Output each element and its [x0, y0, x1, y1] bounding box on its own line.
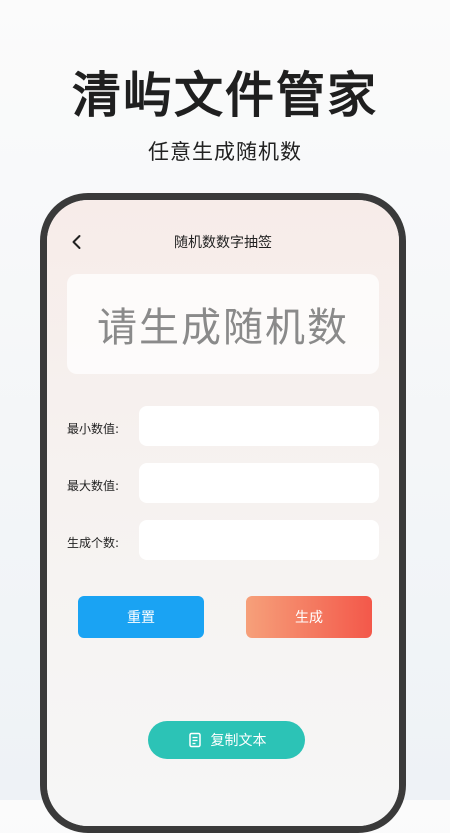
result-display: 请生成随机数	[67, 274, 379, 374]
count-input[interactable]	[139, 520, 379, 560]
copy-button-label: 复制文本	[210, 733, 267, 749]
copy-icon	[188, 732, 201, 748]
nav-bar: 随机数数字抽签	[47, 230, 399, 254]
max-value-label: 最大数值:	[67, 479, 120, 493]
copy-text-button[interactable]: 复制文本	[148, 721, 305, 759]
app-screen: 随机数数字抽签 请生成随机数 最小数值: 最大数值: 生成个数: 重置 生成 复…	[47, 200, 399, 826]
min-value-label: 最小数值:	[67, 422, 120, 436]
reset-button[interactable]: 重置	[78, 596, 204, 638]
count-label: 生成个数:	[67, 536, 120, 550]
max-value-input[interactable]	[139, 463, 379, 503]
phone-frame: 随机数数字抽签 请生成随机数 最小数值: 最大数值: 生成个数: 重置 生成 复…	[40, 193, 406, 833]
page-title: 随机数数字抽签	[174, 235, 272, 251]
promo-subline: 任意生成随机数	[148, 140, 302, 164]
promo-headline: 清屿文件管家	[71, 67, 378, 124]
generate-button[interactable]: 生成	[246, 596, 372, 638]
min-value-input[interactable]	[139, 406, 379, 446]
